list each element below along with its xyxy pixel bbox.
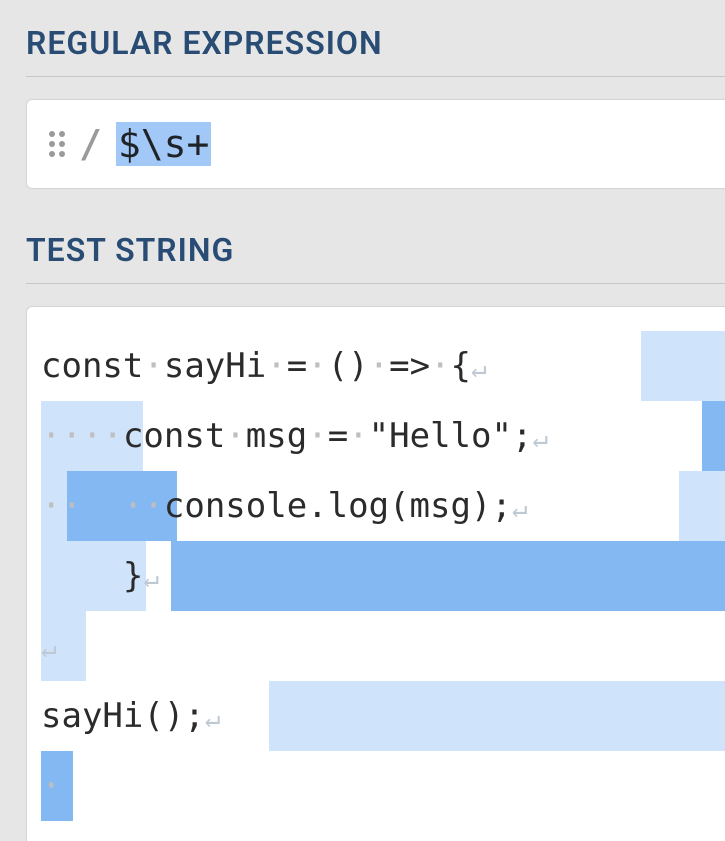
test-line[interactable]: const·sayHi·=·()·=>·{↵	[41, 331, 725, 401]
test-string-input[interactable]: const·sayHi·=·()·=>·{↵ ····const·msg·=·"H…	[26, 306, 725, 841]
line-text: ↵	[41, 629, 57, 663]
match-highlight	[171, 541, 725, 611]
test-line[interactable]: ·· ··console.log(msg);↵	[41, 471, 725, 541]
test-string-section-header: TEST STRING	[26, 207, 725, 284]
line-text: }↵	[41, 559, 159, 593]
match-highlight	[641, 331, 725, 401]
line-text: ·	[41, 769, 61, 803]
regex-input-box[interactable]: / $\s+	[26, 99, 725, 189]
match-highlight	[702, 401, 725, 471]
line-text: const·sayHi·=·()·=>·{↵	[41, 349, 487, 383]
regex-pattern[interactable]: $\s+	[116, 122, 212, 166]
test-line[interactable]: ↵	[41, 611, 725, 681]
test-line[interactable]: ·	[41, 751, 725, 821]
test-line[interactable]: sayHi();↵	[41, 681, 725, 751]
regex-section-header: REGULAR EXPRESSION	[26, 0, 725, 77]
line-text: ····const·msg·=·"Hello";↵	[41, 419, 548, 453]
line-text: sayHi();↵	[41, 699, 220, 733]
line-text: ·· ··console.log(msg);↵	[41, 489, 528, 523]
test-line[interactable]: }↵	[41, 541, 725, 611]
drag-handle-icon[interactable]	[49, 131, 65, 157]
match-highlight	[679, 471, 725, 541]
regex-delimiter: /	[79, 122, 102, 166]
test-line[interactable]: ····const·msg·=·"Hello";↵	[41, 401, 725, 471]
match-highlight	[269, 681, 725, 751]
